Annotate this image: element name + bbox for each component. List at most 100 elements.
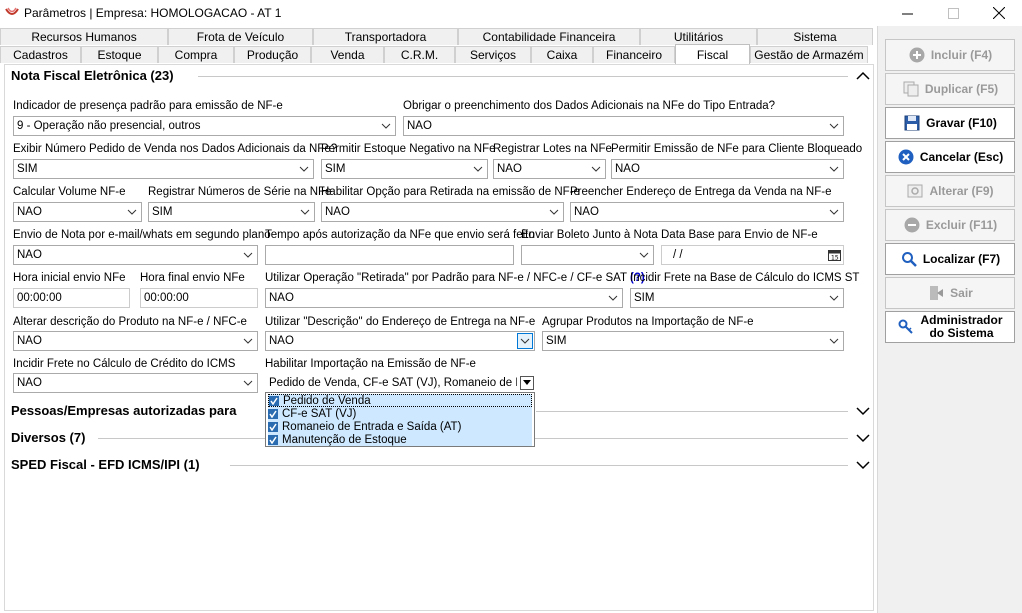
select-numeros-serie[interactable]: SIM — [148, 202, 315, 222]
select-calcular-volume[interactable]: NÃO — [13, 202, 142, 222]
label-habilitar-importacao: Habilitar Importação na Emissão de NF-e — [265, 358, 476, 370]
select-frete-icms-st[interactable]: SIM — [630, 288, 844, 308]
select-agrupar-produtos[interactable]: SIM — [542, 331, 844, 351]
calendar-icon[interactable]: 15 — [826, 247, 842, 263]
tab-venda[interactable]: Venda — [311, 46, 384, 63]
select-obrigar-dados-adicionais[interactable]: NÃO — [403, 116, 844, 136]
add-icon — [908, 46, 926, 64]
tab-caixa[interactable]: Caixa — [531, 46, 593, 63]
select-envio-segundo-plano[interactable]: NÃO — [13, 245, 258, 265]
localizar-button[interactable]: Localizar (F7) — [885, 243, 1015, 275]
chevron-down-icon[interactable] — [826, 333, 842, 349]
select-cliente-bloqueado[interactable]: NÃO — [611, 159, 844, 179]
checkcombo-habilitar-importacao[interactable]: Pedido de Venda, CF-e SAT (VJ), Romaneio… — [265, 373, 535, 393]
select-estoque-negativo[interactable]: SIM — [321, 159, 488, 179]
checkbox-checked-icon[interactable] — [268, 408, 278, 419]
section-sped-header[interactable]: SPED Fiscal - EFD ICMS/IPI (1) — [11, 457, 200, 472]
label-hora-inicial: Hora inicial envio NFe — [13, 272, 126, 284]
section-diversos-header[interactable]: Diversos (7) — [11, 430, 85, 445]
select-exibir-pedido-venda[interactable]: SIM — [13, 159, 314, 179]
section-divider — [198, 76, 848, 77]
chevron-down-icon[interactable] — [124, 204, 140, 220]
chevron-down-icon[interactable] — [240, 333, 256, 349]
chevron-down-icon[interactable] — [297, 204, 313, 220]
select-alterar-descricao[interactable]: NÃO — [13, 331, 258, 351]
administrador-button[interactable]: Administrador do Sistema — [885, 311, 1015, 343]
chevron-down-icon[interactable] — [856, 460, 870, 470]
label-envio-segundo-plano: Envio de Nota por e-mail/whats em segund… — [13, 229, 271, 241]
label-indicador-presenca: Indicador de presença padrão para emissã… — [13, 100, 283, 112]
import-option-pedido-venda[interactable]: Pedido de Venda — [268, 394, 532, 407]
chevron-up-icon[interactable] — [856, 71, 870, 81]
select-indicador-presenca[interactable]: 9 - Operação não presencial, outros — [13, 116, 396, 136]
select-registrar-lotes[interactable]: NÃO — [493, 159, 606, 179]
gravar-button[interactable]: Gravar (F10) — [885, 107, 1015, 139]
select-frete-credito-icms[interactable]: NÃO — [13, 373, 258, 393]
chevron-down-icon[interactable] — [826, 290, 842, 306]
input-hora-inicial[interactable]: 00:00:00 — [13, 288, 130, 308]
tab-servicos[interactable]: Serviços — [455, 46, 531, 63]
select-enviar-boleto[interactable] — [521, 245, 654, 265]
chevron-down-icon[interactable] — [856, 433, 870, 443]
minimize-button[interactable] — [884, 0, 930, 26]
app-logo-icon — [5, 7, 19, 15]
chevron-down-icon[interactable] — [517, 333, 533, 349]
title-bar: Parâmetros | Empresa: HOMOLOGACAO - AT 1 — [0, 0, 1022, 26]
chevron-down-icon[interactable] — [240, 375, 256, 391]
checkbox-checked-icon[interactable] — [268, 434, 278, 445]
section-divider — [536, 411, 848, 412]
chevron-down-icon[interactable] — [296, 161, 312, 177]
chevron-down-icon[interactable] — [546, 204, 562, 220]
chevron-down-icon[interactable] — [826, 204, 842, 220]
tab-utilitarios[interactable]: Utilitários — [640, 28, 757, 45]
import-option-romaneio[interactable]: Romaneio de Entrada e Saída (AT) — [268, 420, 532, 433]
chevron-down-icon[interactable] — [378, 118, 394, 134]
chevron-down-icon[interactable] — [520, 376, 534, 390]
tab-fiscal[interactable]: Fiscal — [675, 44, 750, 64]
chevron-down-icon[interactable] — [240, 247, 256, 263]
key-icon — [897, 318, 915, 336]
import-option-manutencao-estoque[interactable]: Manutenção de Estoque — [268, 433, 532, 446]
checkbox-checked-icon[interactable] — [268, 421, 278, 432]
cancelar-button[interactable]: Cancelar (Esc) — [885, 141, 1015, 173]
label-exibir-pedido-venda: Exibir Número Pedido de Venda nos Dados … — [13, 143, 338, 155]
tab-producao[interactable]: Produção — [234, 46, 311, 63]
select-operacao-retirada[interactable]: NÃO — [265, 288, 623, 308]
chevron-down-icon[interactable] — [605, 290, 621, 306]
select-opcao-retirada[interactable]: NÃO — [321, 202, 564, 222]
checkbox-checked-icon[interactable] — [269, 395, 279, 406]
chevron-down-icon[interactable] — [470, 161, 486, 177]
chevron-down-icon[interactable] — [826, 118, 842, 134]
chevron-down-icon[interactable] — [856, 406, 870, 416]
label-endereco-entrega: Preencher Endereço de Entrega da Venda n… — [570, 186, 832, 198]
maximize-button — [930, 0, 976, 26]
tab-financeiro[interactable]: Financeiro — [593, 46, 675, 63]
label-registrar-lotes: Registrar Lotes na NFe — [493, 143, 612, 155]
import-option-cfe-sat[interactable]: CF-e SAT (VJ) — [268, 407, 532, 420]
tab-crm[interactable]: C.R.M. — [384, 46, 455, 63]
tab-cadastros[interactable]: Cadastros — [0, 46, 81, 63]
label-frete-credito-icms: Incidir Frete no Cálculo de Crédito do I… — [13, 358, 236, 370]
tab-contabilidade-financeira[interactable]: Contabilidade Financeira — [458, 28, 640, 45]
tab-recursos-humanos[interactable]: Recursos Humanos — [0, 28, 168, 45]
tab-estoque[interactable]: Estoque — [81, 46, 158, 63]
chevron-down-icon[interactable] — [636, 247, 652, 263]
label-estoque-negativo: Permitir Estoque Negativo na NFe — [321, 143, 496, 155]
select-endereco-entrega[interactable]: NÃO — [570, 202, 844, 222]
action-sidebar: Incluir (F4) Duplicar (F5) Gravar (F10) … — [877, 26, 1022, 613]
tab-compra[interactable]: Compra — [158, 46, 234, 63]
chevron-down-icon[interactable] — [588, 161, 604, 177]
excluir-button: Excluir (F11) — [885, 209, 1015, 241]
tab-frota-veiculo[interactable]: Frota de Veículo — [168, 28, 313, 45]
close-window-button[interactable] — [976, 0, 1022, 26]
select-descricao-endereco[interactable]: NÃO — [265, 331, 535, 351]
input-tempo-envio[interactable] — [265, 245, 514, 265]
chevron-down-icon[interactable] — [826, 161, 842, 177]
section-pessoas-header[interactable]: Pessoas/Empresas autorizadas para — [11, 403, 236, 418]
input-hora-final[interactable]: 00:00:00 — [140, 288, 258, 308]
tab-transportadora[interactable]: Transportadora — [313, 28, 458, 45]
tab-sistema[interactable]: Sistema — [757, 28, 873, 45]
input-data-base[interactable]: / / 15 — [661, 245, 844, 265]
section-nfe-header[interactable]: Nota Fiscal Eletrônica (23) — [11, 68, 174, 83]
tab-gestao-armazem[interactable]: Gestão de Armazém — [750, 46, 868, 63]
